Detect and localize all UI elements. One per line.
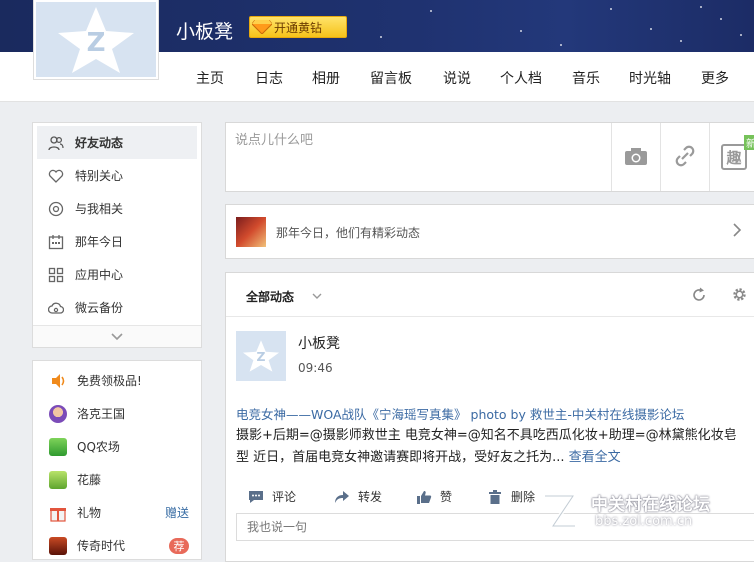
link-icon: [673, 144, 697, 171]
feed-filter-dropdown[interactable]: 全部动态: [246, 288, 294, 305]
comment-input[interactable]: 我也说一句: [236, 513, 754, 541]
default-avatar-icon: Z: [36, 2, 156, 77]
sidebar-item-app-center[interactable]: 应用中心: [37, 258, 197, 291]
forward-label: 转发: [358, 490, 383, 504]
trash-icon: [487, 489, 503, 504]
delete-button[interactable]: 删除: [487, 488, 535, 505]
chevron-down-icon: [111, 330, 123, 344]
photo-button[interactable]: [611, 123, 660, 191]
apps-panel: 免费领极品! 洛克王国 QQ农场 花藤 礼物 赠送 传奇时代 荐: [32, 360, 202, 560]
view-full-text-link[interactable]: 查看全文: [569, 450, 621, 465]
app-item-rocko[interactable]: 洛克王国: [33, 397, 201, 430]
profile-name[interactable]: 小板凳: [176, 17, 233, 44]
thumbs-up-icon: [416, 490, 432, 504]
feed-panel: 全部动态 Z 小板凳 09:46 电竞女神——WOA战队《宁海瑶写真集》 pho…: [225, 272, 754, 562]
nav-blog[interactable]: 日志: [255, 68, 283, 88]
svg-text:Z: Z: [257, 350, 266, 364]
svg-text:Z: Z: [87, 28, 106, 58]
comment-icon: [248, 490, 264, 504]
link-button[interactable]: [660, 123, 709, 191]
app-item-huateng[interactable]: 花藤: [33, 463, 201, 496]
this-day-banner[interactable]: 那年今日，他们有精彩动态: [225, 204, 754, 259]
refresh-icon[interactable]: [691, 287, 707, 306]
gift-send-link[interactable]: 赠送: [165, 504, 189, 521]
heart-icon: [47, 167, 65, 185]
nav-timeline[interactable]: 时光轴: [629, 68, 671, 88]
calendar-icon: [47, 233, 65, 251]
feed-post-title-link[interactable]: 电竞女神——WOA战队《宁海瑶写真集》 photo by 救世主-中关村在线摄影…: [236, 404, 684, 423]
post-composer: 说点儿什么吧 趣 新: [225, 122, 754, 192]
delete-label: 删除: [511, 490, 536, 504]
sidebar-menu: 好友动态 特别关心 与我相关 那年今日 应用中心 微云备份: [32, 122, 202, 348]
sidebar-item-weiyun-backup[interactable]: 微云备份: [37, 291, 197, 324]
feed-post-text: 摄影+后期=@摄影师救世主 电竞女神=@知名不具吃西瓜化妆+助理=@林黛熊化妆皂…: [236, 428, 737, 465]
forward-icon: [334, 490, 350, 504]
grid-icon: [47, 266, 65, 284]
comment-button[interactable]: 评论: [248, 488, 296, 505]
flower-icon: [49, 470, 67, 489]
new-badge: 新: [744, 135, 754, 150]
sidebar-item-this-day[interactable]: 那年今日: [37, 225, 197, 258]
sidebar-item-label: 那年今日: [75, 235, 124, 249]
sidebar-item-label: 好友动态: [75, 136, 124, 150]
app-item-qq-farm[interactable]: QQ农场: [33, 430, 201, 463]
nav-message-board[interactable]: 留言板: [370, 68, 412, 88]
farm-icon: [49, 437, 67, 456]
this-day-text: 那年今日，他们有精彩动态: [276, 226, 421, 240]
camera-icon: [624, 146, 648, 169]
app-item-label: 礼物: [77, 506, 102, 520]
app-item-label: 洛克王国: [77, 407, 126, 421]
sidebar-item-label: 与我相关: [75, 202, 124, 216]
app-item-label: QQ农场: [77, 440, 120, 454]
nav-music[interactable]: 音乐: [572, 68, 600, 88]
nav-more[interactable]: 更多: [701, 68, 729, 88]
legend-icon: [49, 536, 67, 555]
chevron-down-icon: [312, 290, 322, 304]
feed-post-body: 摄影+后期=@摄影师救世主 电竞女神=@知名不具吃西瓜化妆+助理=@林黛熊化妆皂…: [236, 425, 746, 469]
sidebar-item-label: 应用中心: [75, 268, 124, 282]
at-icon: [47, 200, 65, 218]
rocko-icon: [49, 404, 67, 423]
chevron-right-icon: [732, 222, 742, 241]
fun-button[interactable]: 趣 新: [709, 123, 754, 191]
feed-timestamp: 09:46: [298, 361, 333, 375]
nav-profile[interactable]: 个人档: [500, 68, 542, 88]
sidebar-item-label: 特别关心: [75, 169, 124, 183]
sidebar-expand-button[interactable]: [33, 325, 201, 347]
gift-sound-icon: [49, 372, 67, 390]
nav-shuoshuo[interactable]: 说说: [443, 68, 471, 88]
forward-button[interactable]: 转发: [334, 488, 382, 505]
profile-avatar[interactable]: Z: [33, 0, 159, 80]
settings-icon[interactable]: [731, 286, 748, 306]
like-button[interactable]: 赞: [416, 488, 452, 505]
app-item-gift[interactable]: 礼物 赠送: [33, 496, 201, 529]
default-avatar-icon: Z: [242, 340, 280, 372]
feed-user-name[interactable]: 小板凳: [298, 333, 340, 353]
vip-open-label: 开通黄钻: [274, 20, 323, 35]
nav-home[interactable]: 主页: [196, 68, 224, 88]
gift-icon: [49, 504, 67, 522]
nav-album[interactable]: 相册: [312, 68, 340, 88]
sidebar-item-related[interactable]: 与我相关: [37, 192, 197, 225]
sidebar-item-special-care[interactable]: 特别关心: [37, 159, 197, 192]
feed-action-bar: 评论 转发 赞 删除: [226, 481, 754, 511]
post-input[interactable]: 说点儿什么吧: [235, 129, 313, 148]
vip-open-button[interactable]: 开通黄钻: [249, 16, 347, 38]
this-day-thumbnail: [236, 217, 266, 247]
feed-user-avatar[interactable]: Z: [236, 331, 286, 381]
cloud-icon: [47, 299, 65, 317]
like-label: 赞: [440, 490, 453, 504]
friends-icon: [47, 134, 65, 152]
sidebar-item-friend-feed[interactable]: 好友动态: [37, 126, 197, 159]
diamond-icon: [250, 18, 274, 36]
app-item-label: 免费领极品!: [77, 374, 142, 388]
feed-header: 全部动态: [226, 273, 754, 317]
app-item-label: 传奇时代: [77, 539, 126, 553]
recommend-badge: 荐: [169, 537, 189, 554]
sidebar-item-label: 微云备份: [75, 301, 124, 315]
comment-label: 评论: [272, 490, 297, 504]
app-item-free-gift[interactable]: 免费领极品!: [33, 364, 201, 397]
app-item-legend[interactable]: 传奇时代 荐: [33, 529, 201, 562]
app-item-label: 花藤: [77, 473, 102, 487]
